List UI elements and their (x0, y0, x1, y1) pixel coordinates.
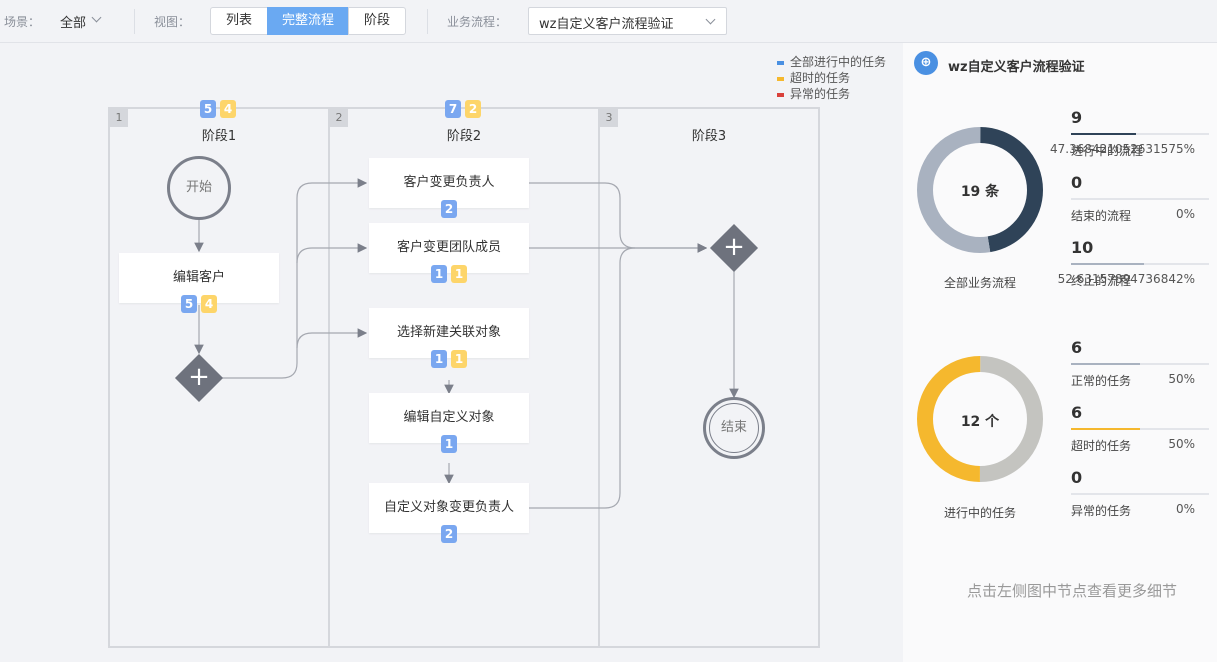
stat-name: 正常的任务 (1071, 374, 1132, 388)
divider (134, 9, 135, 34)
toolbar: 场景： 全部 视图： 列表 完整流程 阶段 业务流程： wz自定义客户流程验证 (0, 0, 1217, 43)
plus-icon: + (723, 232, 745, 262)
stat-pct: 52.63157894736842% (1057, 272, 1195, 286)
task-node[interactable]: 编辑客户 (119, 253, 279, 303)
task-badge-timeout: 1 (451, 265, 467, 283)
scene-label: 场景： (4, 15, 41, 29)
stat-pct: 47.368421052631575% (1049, 142, 1195, 156)
end-event[interactable]: 结束 (703, 397, 765, 459)
stat-bar-fill (1071, 263, 1145, 265)
view-label: 视图： (154, 15, 191, 29)
stat-count: 10 (1071, 238, 1094, 257)
stat-pct: 0% (1175, 502, 1195, 516)
task-badge-running: 1 (431, 350, 447, 368)
task-badge-running: 5 (181, 295, 197, 313)
donut-center-value: 12 个 (960, 414, 1000, 430)
view-tab-stage[interactable]: 阶段 (348, 7, 406, 35)
stat-name: 超时的任务 (1071, 439, 1132, 453)
flow-label: 业务流程： (447, 15, 508, 29)
task-badge-running: 2 (441, 525, 457, 543)
stat-bar-fill (1071, 133, 1136, 135)
stat-count: 0 (1071, 468, 1083, 487)
view-tab-list[interactable]: 列表 (210, 7, 268, 35)
task-node[interactable]: 客户变更团队成员 (369, 223, 529, 273)
plus-icon: + (188, 362, 210, 392)
view-tab-full-flow[interactable]: 完整流程 (267, 7, 349, 35)
stat-count: 9 (1071, 108, 1083, 127)
task-badge-running: 2 (441, 200, 457, 218)
stat-pct: 50% (1168, 372, 1195, 386)
task-badge-timeout: 1 (451, 350, 467, 368)
stat-bar (1071, 428, 1209, 430)
detail-panel: ⊕ wz自定义客户流程验证 19 条 全部业务流程 9 进行中的流程 47.36… (903, 43, 1217, 662)
stat-name: 结束的流程 (1071, 209, 1132, 223)
divider (427, 9, 428, 34)
flow-select-value: wz自定义客户流程验证 (539, 17, 674, 32)
end-event-label: 结束 (709, 403, 759, 453)
chevron-down-icon[interactable] (705, 14, 716, 25)
stat-count: 6 (1071, 403, 1083, 422)
hint-text: 点击左侧图中节点查看更多细节 (967, 582, 1178, 600)
donut-label: 进行中的任务 (943, 506, 1016, 520)
task-badge-timeout: 4 (201, 295, 217, 313)
stat-count: 0 (1071, 173, 1083, 192)
stat-bar-fill (1071, 363, 1140, 365)
panel-title: wz自定义客户流程验证 (948, 60, 1085, 75)
donut-center-value: 19 条 (960, 184, 1000, 200)
task-badge-running: 1 (431, 265, 447, 283)
task-node[interactable]: 选择新建关联对象 (369, 308, 529, 358)
flow-icon: ⊕ (914, 51, 938, 75)
stat-bar (1071, 493, 1209, 495)
stat-pct: 50% (1168, 437, 1195, 451)
stat-name: 异常的任务 (1071, 504, 1132, 518)
flow-select[interactable]: wz自定义客户流程验证 (528, 7, 727, 35)
stat-bar (1071, 133, 1209, 135)
stat-bar (1071, 263, 1209, 265)
scene-select[interactable]: 全部 (60, 12, 86, 31)
stat-count: 6 (1071, 338, 1083, 357)
flow-canvas: 全部进行中的任务 超时的任务 异常的任务 1 阶段1 2 阶段2 3 阶段3 5… (0, 43, 903, 662)
start-event[interactable]: 开始 (167, 156, 231, 220)
chevron-down-icon[interactable] (91, 12, 102, 23)
task-badge-running: 1 (441, 435, 457, 453)
stat-bar (1071, 363, 1209, 365)
stat-pct: 0% (1175, 207, 1195, 221)
donut-label: 全部业务流程 (943, 276, 1016, 290)
stat-bar (1071, 198, 1209, 200)
stat-bar-fill (1071, 428, 1140, 430)
